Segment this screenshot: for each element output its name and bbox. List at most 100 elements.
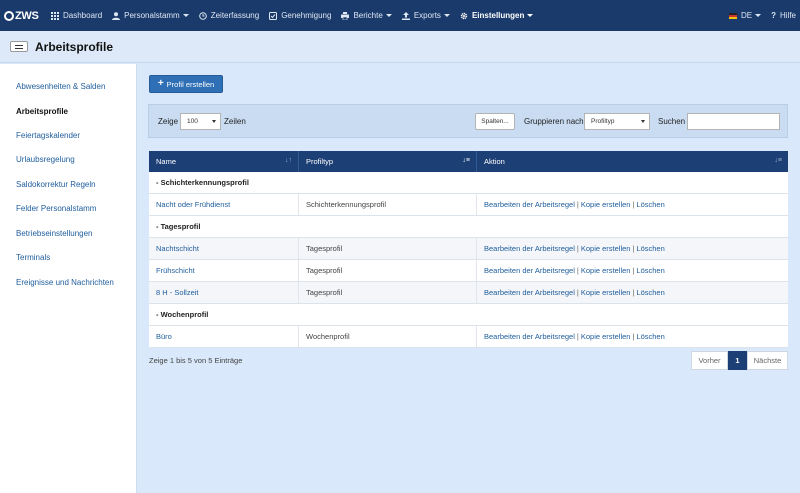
table-filter-bar: Zeige 100 Zeilen Spalten... Gruppieren n… (148, 104, 788, 138)
profile-type: Tagesprofil (299, 238, 477, 259)
sidebar-item-arbeitsprofile[interactable]: Arbeitsprofile (16, 107, 68, 116)
nav-item-einstellungen[interactable]: Einstellungen (455, 0, 538, 31)
sidebar-item-urlaubsregelung[interactable]: Urlaubsregelung (16, 155, 75, 164)
create-profile-label: Profil erstellen (166, 79, 215, 89)
pagination: Vorher 1 Nächste (691, 351, 788, 370)
delete-link[interactable]: Löschen (636, 244, 664, 253)
action-separator: | (632, 288, 635, 297)
edit-rule-link[interactable]: Bearbeiten der Arbeitsregel (484, 200, 575, 209)
nav-item-dashboard[interactable]: Dashboard (46, 0, 107, 31)
chevron-down-icon (212, 120, 216, 123)
profile-name-link[interactable]: 8 H - Sollzeit (149, 282, 299, 303)
page-size-select[interactable]: 100 (180, 113, 221, 130)
clock-icon (198, 11, 211, 20)
profile-name-link[interactable]: Frühschicht (149, 260, 299, 281)
table-row: Nachtschicht Tagesprofil Bearbeiten der Ar… (149, 238, 788, 260)
copy-link[interactable]: Kopie erstellen (581, 266, 631, 275)
table-body: - Schichterkennungsprofil Nacht oder Früh… (149, 172, 788, 348)
search-label: Suchen (658, 117, 686, 126)
check-square-icon (269, 11, 281, 20)
zws-logo[interactable]: ZWS (0, 10, 46, 22)
table-row: Frühschicht Tagesprofil Bearbeiten der Arb… (149, 260, 788, 282)
column-header-profiltyp[interactable]: Profiltyp ↓≡ (299, 151, 477, 172)
profile-name-link[interactable]: Nachtschicht (149, 238, 299, 259)
table-row: 8 H - Sollzeit Tagesprofil Bearbeiten der … (149, 282, 788, 304)
pagination-page-1[interactable]: 1 (728, 351, 747, 370)
settings-sidebar: Abwesenheiten & Salden Arbeitsprofile Feie… (0, 64, 137, 493)
nav-item-label: Zeiterfassung (210, 11, 260, 20)
action-separator: | (576, 288, 579, 297)
profile-type: Tagesprofil (299, 282, 477, 303)
group-by-label: Gruppieren nach (524, 117, 584, 126)
gear-icon (460, 12, 472, 20)
profile-name-link[interactable]: Büro (149, 326, 299, 347)
action-separator: | (576, 200, 579, 209)
edit-rule-link[interactable]: Bearbeiten der Arbeitsregel (484, 244, 575, 253)
plus-icon: + (157, 78, 164, 89)
delete-link[interactable]: Löschen (636, 288, 664, 297)
nav-item-personalstamm[interactable]: Personalstamm (107, 0, 194, 31)
column-header-aktion[interactable]: Aktion ↓≡ (477, 151, 788, 172)
nav-item-label: Genehmigung (281, 11, 332, 20)
grid-icon (51, 11, 63, 20)
row-actions: Bearbeiten der Arbeitsregel | Kopie erstel… (477, 238, 788, 259)
export-icon (401, 11, 414, 20)
columns-button[interactable]: Spalten... (475, 113, 515, 130)
row-actions: Bearbeiten der Arbeitsregel | Kopie erstel… (477, 326, 788, 347)
group-row: - Schichterkennungsprofil (149, 172, 788, 194)
page-title: Arbeitsprofile (35, 39, 114, 54)
search-input[interactable] (687, 113, 780, 130)
group-by-value: Profiltyp (591, 118, 615, 125)
copy-link[interactable]: Kopie erstellen (581, 244, 631, 253)
nav-item-label: Einstellungen (471, 11, 525, 20)
column-header-name[interactable]: Name ↓↑ (149, 151, 299, 172)
sort-icon: ↓≡ (774, 157, 782, 164)
action-separator: | (576, 266, 579, 275)
sort-asc-icon: ↓≡ (462, 157, 470, 164)
delete-link[interactable]: Löschen (636, 332, 664, 341)
sidebar-item-betriebseinstellungen[interactable]: Betriebseinstellungen (16, 229, 93, 238)
nav-item-exports[interactable]: Exports (397, 0, 455, 31)
row-actions: Bearbeiten der Arbeitsregel | Kopie erstel… (477, 194, 788, 215)
nav-right: DE ? Hilfe (724, 0, 800, 31)
delete-link[interactable]: Löschen (636, 200, 664, 209)
table-info: Zeige 1 bis 5 von 5 Einträge (149, 356, 243, 365)
sidebar-item-saldokorrektur-regeln[interactable]: Saldokorrektur Regeln (16, 180, 96, 189)
edit-rule-link[interactable]: Bearbeiten der Arbeitsregel (484, 332, 575, 341)
sidebar-item-abwesenheiten-salden[interactable]: Abwesenheiten & Salden (16, 82, 105, 91)
group-row: - Tagesprofil (149, 216, 788, 238)
copy-link[interactable]: Kopie erstellen (581, 288, 631, 297)
column-header-label: Aktion (484, 157, 505, 166)
print-icon (341, 11, 353, 20)
column-header-label: Profiltyp (306, 157, 334, 166)
pagination-next[interactable]: Nächste (747, 351, 788, 370)
help-link[interactable]: ? Hilfe (766, 0, 800, 31)
copy-link[interactable]: Kopie erstellen (581, 332, 631, 341)
nav-item-berichte[interactable]: Berichte (336, 0, 396, 31)
show-label: Zeige (158, 117, 179, 126)
edit-rule-link[interactable]: Bearbeiten der Arbeitsregel (484, 288, 575, 297)
chevron-down-icon (755, 14, 762, 17)
create-profile-button[interactable]: + Profil erstellen (149, 75, 223, 93)
edit-rule-link[interactable]: Bearbeiten der Arbeitsregel (484, 266, 575, 275)
menu-toggle-icon[interactable] (10, 41, 28, 52)
user-icon (112, 11, 124, 20)
page-header: Arbeitsprofile (0, 31, 800, 63)
sidebar-item-terminals[interactable]: Terminals (16, 253, 50, 262)
profile-name-link[interactable]: Nacht oder Frühdienst (149, 194, 299, 215)
page-size-value: 100 (187, 118, 198, 125)
profile-type: Schichterkennungsprofil (299, 194, 477, 215)
delete-link[interactable]: Löschen (636, 266, 664, 275)
nav-item-genehmigung[interactable]: Genehmigung (264, 0, 336, 31)
sidebar-item-felder-personalstamm[interactable]: Felder Personalstamm (16, 204, 96, 213)
nav-item-zeiterfassung[interactable]: Zeiterfassung (194, 0, 264, 31)
copy-link[interactable]: Kopie erstellen (581, 200, 631, 209)
rows-label: Zeilen (224, 117, 246, 126)
language-selector[interactable]: DE (724, 0, 766, 31)
sidebar-item-ereignisse-und-nachrichten[interactable]: Ereignisse und Nachrichten (16, 278, 114, 287)
sidebar-item-feiertagskalender[interactable]: Feiertagskalender (16, 131, 80, 140)
sort-icon: ↓↑ (285, 157, 292, 164)
language-label: DE (740, 11, 753, 20)
group-by-select[interactable]: Profiltyp (584, 113, 650, 130)
pagination-prev[interactable]: Vorher (691, 351, 728, 370)
